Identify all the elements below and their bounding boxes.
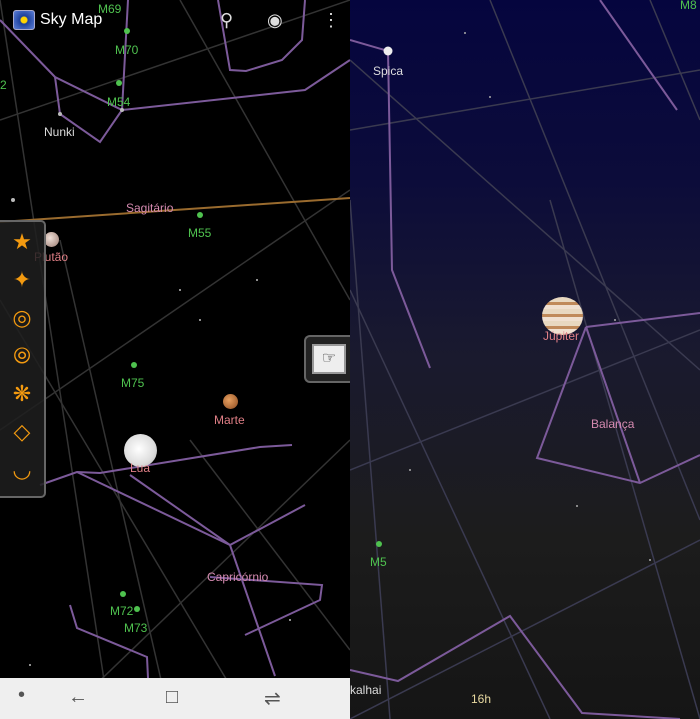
label-kalhai: kalhai bbox=[350, 683, 382, 697]
label-capricornio: Capricórnio bbox=[207, 570, 269, 584]
label-jupiter: Júpiter bbox=[543, 329, 580, 343]
app-toolbar: Sky Map ⚲ ◉ ⋮ bbox=[0, 0, 350, 42]
app-logo-icon bbox=[13, 10, 35, 30]
home-icon[interactable]: □ bbox=[166, 686, 178, 709]
label-edge: 2 bbox=[0, 78, 7, 92]
mars-icon[interactable] bbox=[223, 394, 238, 409]
more-vert-icon[interactable]: ⋮ bbox=[322, 10, 340, 31]
sky-view-left[interactable]: Sky Map ⚲ ◉ ⋮ M69 M70 M54 2 Nunki Sagitá… bbox=[0, 0, 350, 719]
dot-icon: • bbox=[18, 684, 26, 706]
hand-icon: ☞ bbox=[312, 344, 346, 374]
star-layer-icon[interactable]: ★ bbox=[0, 224, 44, 260]
horizon-layer-icon[interactable]: ◡ bbox=[0, 452, 44, 488]
messier-layer-icon[interactable]: ◎ bbox=[0, 300, 44, 336]
label-m70: M70 bbox=[115, 43, 139, 57]
label-m75: M75 bbox=[121, 376, 145, 390]
meteor-layer-icon[interactable]: ❋ bbox=[0, 376, 44, 412]
label-m72: M72 bbox=[110, 604, 134, 618]
app-title: Sky Map bbox=[40, 11, 103, 28]
pluto-icon[interactable] bbox=[44, 232, 59, 247]
recents-icon[interactable]: ⇌ bbox=[264, 686, 281, 711]
search-icon[interactable]: ⚲ bbox=[220, 10, 233, 31]
label-m5: M5 bbox=[370, 555, 387, 569]
label-spica: Spica bbox=[373, 64, 404, 78]
label-m54: M54 bbox=[107, 95, 131, 109]
back-icon[interactable]: ← bbox=[68, 686, 88, 709]
eye-icon[interactable]: ◉ bbox=[267, 10, 283, 31]
label-m55: M55 bbox=[188, 226, 212, 240]
grid-layer-icon[interactable]: ◇ bbox=[0, 414, 44, 450]
layer-toolbar: ★ ✦ ◎ ⦾ ❋ ◇ ◡ bbox=[0, 220, 46, 498]
label-m69: M69 bbox=[98, 2, 122, 16]
label-lua: Lua bbox=[130, 461, 151, 475]
manual-mode-button[interactable]: ☞ bbox=[304, 335, 350, 383]
label-balanca: Balança bbox=[591, 417, 635, 431]
label-marte: Marte bbox=[214, 413, 245, 427]
label-sagitario: Sagitário bbox=[126, 201, 174, 215]
label-m8: M8 bbox=[680, 0, 697, 12]
sky-lines bbox=[0, 0, 350, 719]
label-nunki: Nunki bbox=[44, 125, 75, 139]
constellation-layer-icon[interactable]: ✦ bbox=[0, 262, 44, 298]
sky-view-right[interactable]: Spica M8 Júpiter Balança M5 kalhai 16h bbox=[350, 0, 700, 719]
label-m73: M73 bbox=[124, 621, 148, 635]
planet-layer-icon[interactable]: ⦾ bbox=[0, 338, 44, 374]
label-ra-16h: 16h bbox=[471, 692, 492, 706]
system-nav-bar: • ← □ ⇌ bbox=[0, 678, 350, 719]
sky-lines-right bbox=[350, 0, 700, 719]
